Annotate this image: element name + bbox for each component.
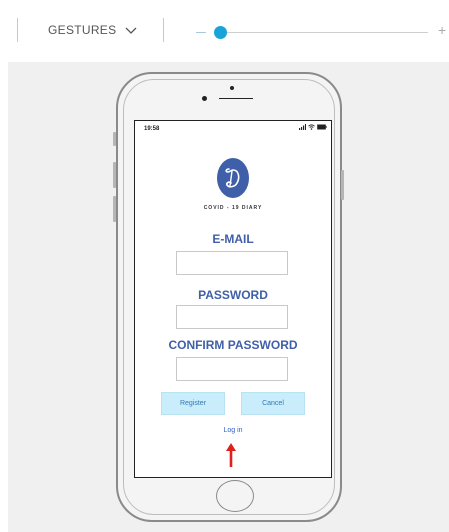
gestures-label: GESTURES [48, 23, 117, 37]
cancel-button[interactable]: Cancel [241, 392, 305, 415]
toolbar-divider [163, 18, 164, 42]
phone-sensor [230, 86, 234, 90]
app-logo [217, 158, 249, 198]
zoom-slider-handle[interactable] [214, 26, 227, 39]
login-link[interactable]: Log in [135, 427, 331, 434]
battery-icon [317, 124, 327, 130]
gestures-dropdown[interactable]: GESTURES [48, 23, 138, 37]
signal-icon [299, 124, 306, 130]
chevron-down-icon [125, 27, 137, 34]
email-field[interactable] [176, 251, 288, 275]
phone-camera [202, 96, 207, 101]
register-button[interactable]: Register [161, 392, 225, 415]
zoom-slider-track[interactable] [220, 32, 428, 33]
phone-side-button [113, 162, 116, 188]
toolbar-divider [17, 18, 18, 42]
plus-icon[interactable]: + [438, 22, 446, 38]
phone-screen: 19:58 COVID - 19 DIARY E-MAIL PASSWORD C… [134, 120, 332, 478]
confirm-password-field[interactable] [176, 357, 288, 381]
phone-side-button [113, 196, 116, 222]
wifi-icon [308, 124, 315, 130]
home-button[interactable] [216, 480, 254, 512]
password-label: PASSWORD [198, 288, 268, 302]
email-label: E-MAIL [212, 232, 254, 246]
password-field[interactable] [176, 305, 288, 329]
phone-side-button [341, 170, 344, 200]
status-time: 19:58 [144, 126, 160, 132]
minus-icon[interactable] [196, 32, 206, 33]
confirm-password-label: CONFIRM PASSWORD [168, 338, 298, 352]
phone-speaker [219, 98, 253, 99]
logo-d-icon [225, 168, 240, 188]
arrow-up-icon [226, 443, 236, 467]
logo-caption: COVID - 19 DIARY [203, 205, 263, 211]
phone-side-button [113, 132, 116, 146]
status-icons [299, 124, 327, 130]
toolbar: GESTURES + [0, 0, 449, 62]
